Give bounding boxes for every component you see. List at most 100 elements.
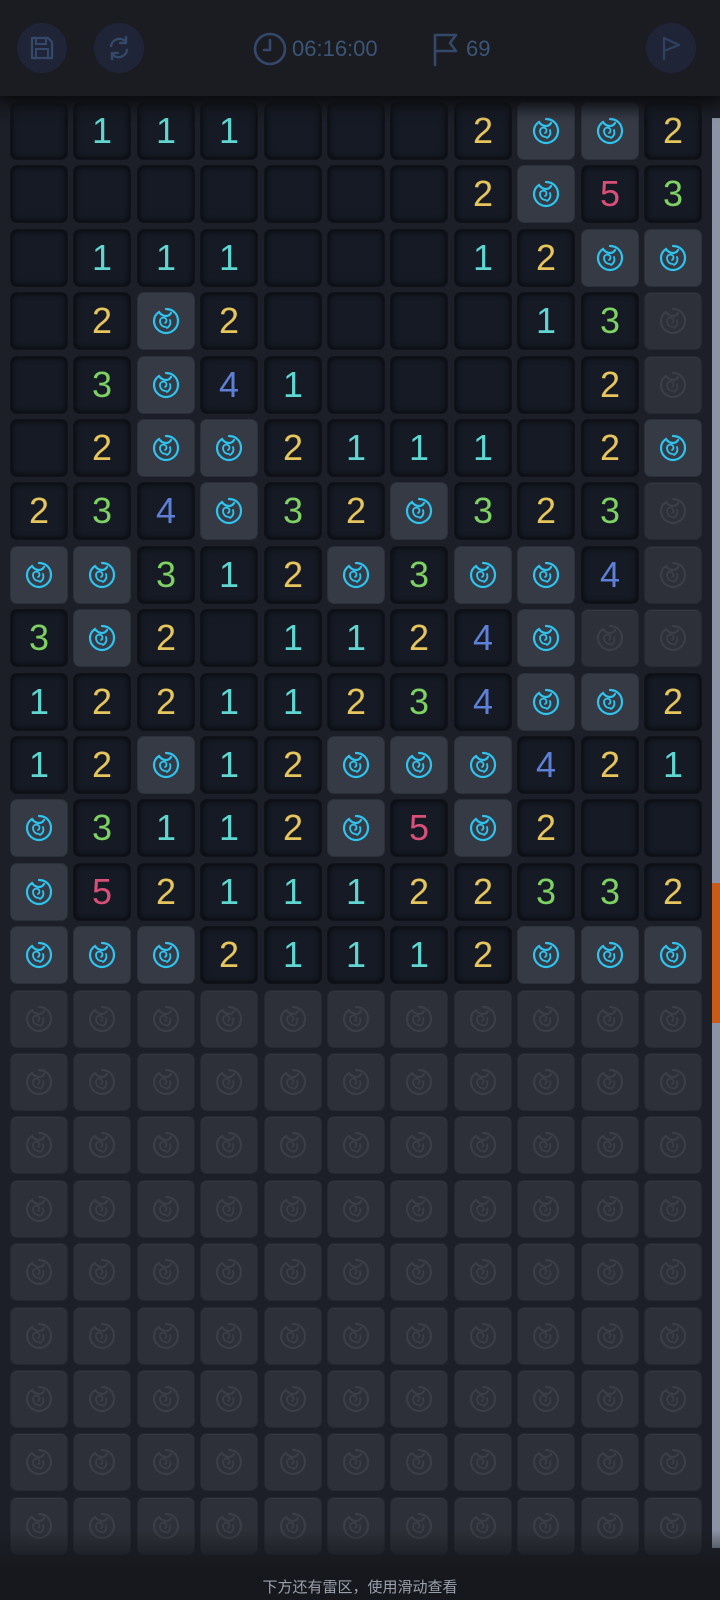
covered-cell[interactable] — [644, 1370, 702, 1428]
empty-cell[interactable] — [390, 165, 448, 223]
covered-cell[interactable] — [327, 1116, 385, 1174]
number-cell[interactable]: 2 — [264, 546, 322, 604]
covered-cell[interactable] — [390, 1243, 448, 1301]
number-cell[interactable]: 1 — [327, 419, 385, 477]
number-cell[interactable]: 2 — [73, 419, 131, 477]
mine-cell[interactable] — [517, 926, 575, 984]
number-cell[interactable]: 3 — [10, 609, 68, 667]
covered-cell[interactable] — [264, 1116, 322, 1174]
number-cell[interactable]: 2 — [73, 292, 131, 350]
number-cell[interactable]: 1 — [200, 799, 258, 857]
covered-cell[interactable] — [644, 1053, 702, 1111]
empty-cell[interactable] — [200, 609, 258, 667]
number-cell[interactable]: 1 — [200, 736, 258, 794]
covered-cell[interactable] — [390, 1116, 448, 1174]
covered-cell[interactable] — [644, 482, 702, 540]
number-cell[interactable]: 2 — [73, 736, 131, 794]
covered-cell[interactable] — [644, 356, 702, 414]
empty-cell[interactable] — [10, 229, 68, 287]
covered-cell[interactable] — [327, 1053, 385, 1111]
covered-cell[interactable] — [200, 1180, 258, 1238]
number-cell[interactable]: 2 — [390, 863, 448, 921]
covered-cell[interactable] — [517, 1053, 575, 1111]
covered-cell[interactable] — [644, 609, 702, 667]
mine-cell[interactable] — [454, 736, 512, 794]
empty-cell[interactable] — [264, 165, 322, 223]
number-cell[interactable]: 3 — [390, 673, 448, 731]
number-cell[interactable]: 2 — [581, 419, 639, 477]
mine-cell[interactable] — [517, 609, 575, 667]
number-cell[interactable]: 2 — [327, 673, 385, 731]
covered-cell[interactable] — [517, 1243, 575, 1301]
mine-cell[interactable] — [73, 609, 131, 667]
covered-cell[interactable] — [73, 1370, 131, 1428]
number-cell[interactable]: 2 — [327, 482, 385, 540]
covered-cell[interactable] — [10, 1180, 68, 1238]
number-cell[interactable]: 2 — [200, 292, 258, 350]
number-cell[interactable]: 1 — [137, 799, 195, 857]
covered-cell[interactable] — [200, 1243, 258, 1301]
covered-cell[interactable] — [137, 1116, 195, 1174]
covered-cell[interactable] — [454, 1116, 512, 1174]
covered-cell[interactable] — [137, 1053, 195, 1111]
mine-cell[interactable] — [137, 926, 195, 984]
number-cell[interactable]: 2 — [517, 799, 575, 857]
mine-cell[interactable] — [10, 926, 68, 984]
mine-cell[interactable] — [390, 736, 448, 794]
empty-cell[interactable] — [10, 419, 68, 477]
covered-cell[interactable] — [517, 1180, 575, 1238]
covered-cell[interactable] — [200, 1370, 258, 1428]
number-cell[interactable]: 2 — [517, 229, 575, 287]
mine-cell[interactable] — [137, 419, 195, 477]
mine-cell[interactable] — [137, 736, 195, 794]
empty-cell[interactable] — [454, 292, 512, 350]
mine-cell[interactable] — [10, 863, 68, 921]
mine-cell[interactable] — [517, 165, 575, 223]
number-cell[interactable]: 3 — [73, 482, 131, 540]
covered-cell[interactable] — [390, 1307, 448, 1365]
number-cell[interactable]: 2 — [137, 673, 195, 731]
empty-cell[interactable] — [200, 165, 258, 223]
covered-cell[interactable] — [454, 1180, 512, 1238]
covered-cell[interactable] — [454, 1307, 512, 1365]
number-cell[interactable]: 1 — [264, 356, 322, 414]
covered-cell[interactable] — [73, 1053, 131, 1111]
number-cell[interactable]: 4 — [517, 736, 575, 794]
empty-cell[interactable] — [264, 229, 322, 287]
number-cell[interactable]: 1 — [200, 229, 258, 287]
covered-cell[interactable] — [200, 1116, 258, 1174]
number-cell[interactable]: 2 — [10, 482, 68, 540]
covered-cell[interactable] — [327, 1433, 385, 1491]
covered-cell[interactable] — [581, 990, 639, 1048]
mine-cell[interactable] — [390, 482, 448, 540]
number-cell[interactable]: 2 — [137, 609, 195, 667]
number-cell[interactable]: 1 — [390, 419, 448, 477]
number-cell[interactable]: 2 — [454, 863, 512, 921]
empty-cell[interactable] — [137, 165, 195, 223]
number-cell[interactable]: 3 — [581, 863, 639, 921]
empty-cell[interactable] — [264, 292, 322, 350]
covered-cell[interactable] — [73, 1433, 131, 1491]
empty-cell[interactable] — [10, 165, 68, 223]
covered-cell[interactable] — [10, 1053, 68, 1111]
save-button[interactable] — [17, 23, 67, 73]
covered-cell[interactable] — [327, 1243, 385, 1301]
covered-cell[interactable] — [10, 1243, 68, 1301]
number-cell[interactable]: 1 — [517, 292, 575, 350]
empty-cell[interactable] — [454, 356, 512, 414]
number-cell[interactable]: 5 — [581, 165, 639, 223]
number-cell[interactable]: 4 — [137, 482, 195, 540]
number-cell[interactable]: 3 — [137, 546, 195, 604]
number-cell[interactable]: 2 — [517, 482, 575, 540]
number-cell[interactable]: 1 — [327, 609, 385, 667]
covered-cell[interactable] — [327, 990, 385, 1048]
empty-cell[interactable] — [581, 799, 639, 857]
number-cell[interactable]: 1 — [264, 673, 322, 731]
covered-cell[interactable] — [390, 1433, 448, 1491]
scrollbar-track[interactable] — [712, 118, 720, 1548]
covered-cell[interactable] — [200, 1433, 258, 1491]
empty-cell[interactable] — [644, 799, 702, 857]
covered-cell[interactable] — [581, 609, 639, 667]
number-cell[interactable]: 3 — [644, 165, 702, 223]
number-cell[interactable]: 2 — [454, 165, 512, 223]
